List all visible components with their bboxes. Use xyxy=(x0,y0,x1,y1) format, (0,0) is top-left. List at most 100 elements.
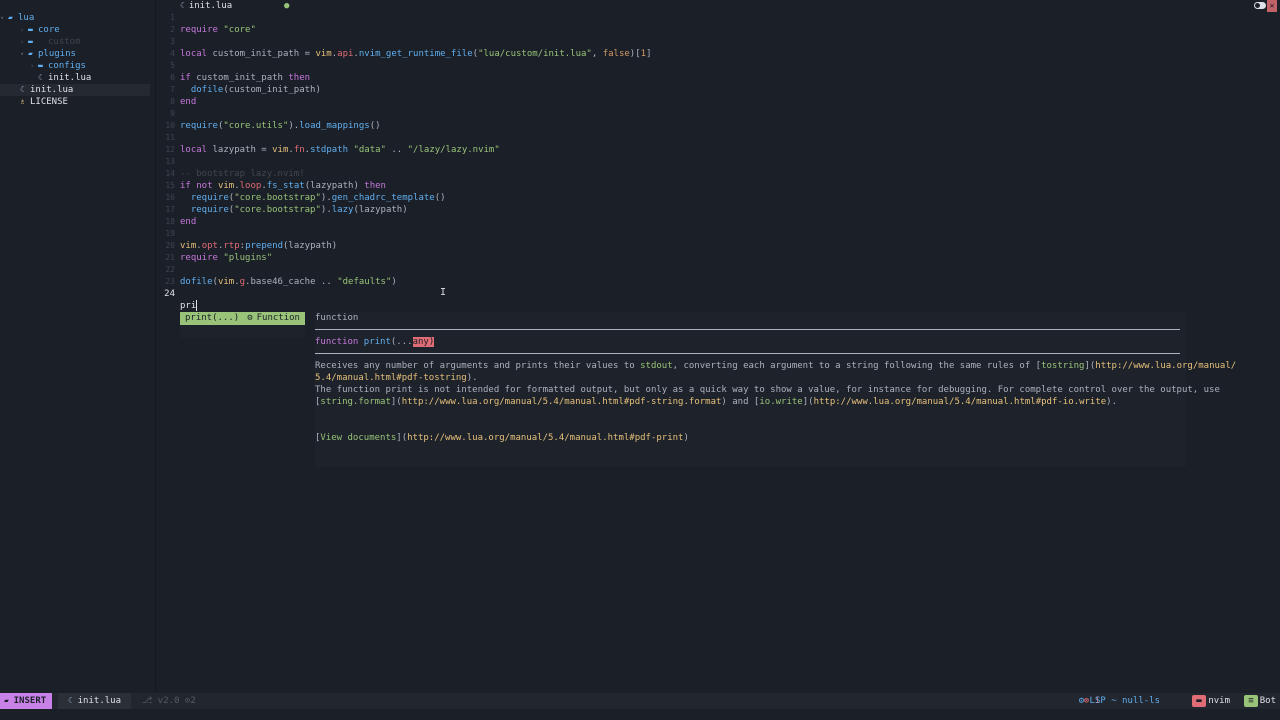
chevron-down-icon: ▾ xyxy=(0,14,5,22)
doc-paragraph: 5.4/manual.html#pdf-tostring). xyxy=(315,372,478,384)
command-line[interactable] xyxy=(0,709,1280,720)
theme-toggle-icon[interactable] xyxy=(1254,2,1266,9)
tree-item-plugins[interactable]: ▾ ▰ plugins xyxy=(0,48,150,60)
tree-item-license[interactable]: ♗ LICENSE xyxy=(0,96,150,108)
line-number: 12 xyxy=(165,145,175,154)
line-number: 10 xyxy=(165,121,175,130)
function-kind-icon: ⚙ xyxy=(247,313,253,323)
doc-text: The function xyxy=(315,385,386,395)
current-line-number: 24 xyxy=(164,289,175,299)
completion-item[interactable]: print(...) ⚙ Function xyxy=(180,312,305,325)
typed-text: pri xyxy=(180,301,197,311)
line-number: 4 xyxy=(170,49,175,58)
doc-text: , converting each argument to a string f… xyxy=(672,361,1042,371)
lua-file-icon: ☾ xyxy=(20,85,25,94)
editor-buffer[interactable]: 1 require "core" 2 3 local custom_init_p… xyxy=(156,12,1280,693)
line-number: 1 xyxy=(170,13,175,22)
doc-text: Receives any number of arguments and pri… xyxy=(315,361,641,371)
doc-link[interactable]: http://www.lua.org/manual/5.4/manual.htm… xyxy=(814,397,1107,407)
line-number: 15 xyxy=(165,181,175,190)
chevron-right-icon: › xyxy=(20,38,25,46)
git-branch-icon: ⎇ xyxy=(142,696,158,706)
doc-link[interactable]: 5.4/manual.html#pdf-tostring xyxy=(315,373,467,383)
doc-link-text[interactable]: string.format xyxy=(320,397,390,407)
folder-icon: ▬ xyxy=(28,37,33,46)
mode-indicator: ▰ INSERT xyxy=(0,693,53,709)
doc-text: ]( xyxy=(1084,361,1096,371)
folder-open-icon: ▰ xyxy=(28,49,33,58)
file-segment: ☾ init.lua xyxy=(58,693,131,709)
line-number: 6 xyxy=(170,73,175,82)
folder-icon: ▬ xyxy=(38,61,43,70)
tree-item-init-lua[interactable]: ☾ init.lua xyxy=(0,84,150,96)
doc-link-text[interactable]: tostring xyxy=(1041,361,1084,371)
line-number: 9 xyxy=(170,109,175,118)
line-number: 14 xyxy=(165,169,175,178)
doc-text: ]( xyxy=(390,397,402,407)
doc-link[interactable]: http://www.lua.org/manual/5.4/manual.htm… xyxy=(402,397,722,407)
tree-item-label: plugins xyxy=(38,49,76,59)
license-icon: ♗ xyxy=(20,97,25,106)
line-number: 16 xyxy=(165,193,175,202)
doc-link[interactable]: http://www.lua.org/manual/5.4/manual.htm… xyxy=(407,433,683,443)
doc-text: ]( xyxy=(396,433,408,443)
doc-paragraph: Receives any number of arguments and pri… xyxy=(315,360,1236,372)
doc-code: stdout xyxy=(640,361,673,371)
doc-link-text[interactable]: View documents xyxy=(320,433,396,443)
tree-item-core[interactable]: › ▬ core xyxy=(0,24,150,36)
tabline: ☾ init.lua ● ✕ xyxy=(156,0,1280,12)
line-number: 8 xyxy=(170,97,175,106)
tab-init-lua[interactable]: ☾ init.lua ● xyxy=(180,0,290,12)
statusline: ▰ INSERT ☾ init.lua ⎇ v2.0 ⊙2 ⊗ 1 ⚙ LSP … xyxy=(0,693,1280,709)
doc-text: ) xyxy=(683,433,689,443)
git-branch: v2.0 xyxy=(157,696,180,706)
tree-item-label: configs xyxy=(48,61,86,71)
close-icon[interactable]: ✕ xyxy=(1267,0,1277,12)
doc-link[interactable]: http://www.lua.org/manual/ xyxy=(1095,361,1236,371)
lua-file-icon: ☾ xyxy=(38,73,43,82)
doc-header: function xyxy=(315,313,359,323)
line-number: 3 xyxy=(170,37,175,46)
tree-item-plugins-init[interactable]: ☾ init.lua xyxy=(0,72,150,84)
tree-item-label: core xyxy=(38,25,60,35)
lsp-label: LSP ~ null-ls xyxy=(1089,696,1160,706)
operator: (... xyxy=(390,337,413,347)
tree-item-label: init.lua xyxy=(30,85,74,95)
position-label: Bot xyxy=(1259,696,1276,706)
doc-text: ]( xyxy=(802,397,814,407)
tree-item-custom[interactable]: › ▬ custom xyxy=(0,36,150,48)
file-explorer: ▾ ▰ lua › ▬ core › ▬ custom ▾ ▰ plugins › ▬ config… xyxy=(0,0,156,693)
lua-file-icon: ☾ xyxy=(68,696,78,705)
line-number: 22 xyxy=(165,265,175,274)
cwd-label: nvim xyxy=(1208,696,1230,706)
doc-text: ) and [ xyxy=(721,397,760,407)
position-icon: ≡ xyxy=(1244,695,1258,707)
modified-indicator[interactable]: ● xyxy=(284,0,289,12)
doc-signature: function print(...any) xyxy=(315,336,435,348)
line-number: 17 xyxy=(165,205,175,214)
doc-paragraph: The function print is not intended for f… xyxy=(315,384,1220,396)
tree-item-label: init.lua xyxy=(48,73,92,83)
line-number: 23 xyxy=(165,277,175,286)
folder-open-icon: ▰ xyxy=(8,13,13,22)
doc-text: ). xyxy=(466,373,478,383)
line-number: 18 xyxy=(165,217,175,226)
doc-code: print xyxy=(385,385,413,395)
lsp-status: ⚙ LSP ~ null-ls xyxy=(1079,693,1160,709)
folder-icon: ▬ xyxy=(28,25,33,34)
vim-icon: ▰ xyxy=(4,696,14,705)
line-number: 20 xyxy=(165,241,175,250)
doc-separator xyxy=(315,353,1180,354)
doc-text: ). xyxy=(1106,397,1118,407)
tree-item-lua[interactable]: ▾ ▰ lua xyxy=(0,12,150,24)
completion-label: print(...) xyxy=(185,313,240,323)
code-line: pri xyxy=(180,300,198,312)
chevron-down-icon: ▾ xyxy=(20,50,25,58)
doc-separator xyxy=(315,329,1180,330)
completion-kind: Function xyxy=(256,313,300,323)
tree-item-configs[interactable]: › ▬ configs xyxy=(0,60,150,72)
tree-item-label: custom xyxy=(48,37,81,47)
chevron-right-icon: › xyxy=(20,26,25,34)
doc-link-text[interactable]: io.write xyxy=(759,397,802,407)
mouse-ibeam-icon: I xyxy=(440,287,447,298)
